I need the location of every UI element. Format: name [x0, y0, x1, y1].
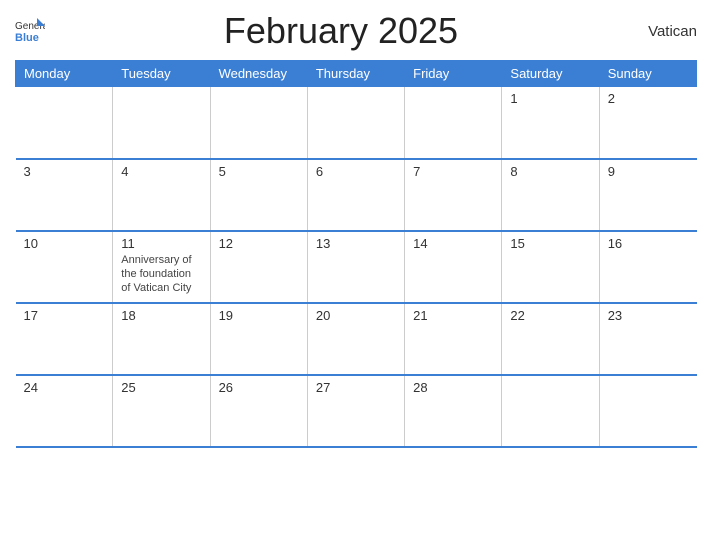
calendar-cell: 16	[599, 231, 696, 303]
calendar-cell: 8	[502, 159, 599, 231]
header-wednesday: Wednesday	[210, 61, 307, 87]
calendar-cell: 11 Anniversary of the foundation of Vatic…	[113, 231, 210, 303]
calendar-cell	[16, 87, 113, 159]
header-sunday: Sunday	[599, 61, 696, 87]
calendar-cell: 10	[16, 231, 113, 303]
calendar-cell: 5	[210, 159, 307, 231]
calendar-cell: 3	[16, 159, 113, 231]
logo-icon: General Blue	[15, 16, 45, 46]
calendar-cell: 17	[16, 303, 113, 375]
day-number: 14	[413, 236, 493, 251]
calendar-event: Anniversary of the foundation of Vatican…	[121, 253, 201, 296]
calendar-cell: 9	[599, 159, 696, 231]
day-number: 22	[510, 308, 590, 323]
calendar-cell: 15	[502, 231, 599, 303]
day-number: 26	[219, 380, 299, 395]
calendar-cell: 7	[405, 159, 502, 231]
day-number: 20	[316, 308, 396, 323]
day-number: 1	[510, 91, 590, 106]
day-number: 15	[510, 236, 590, 251]
day-number: 12	[219, 236, 299, 251]
day-number: 7	[413, 164, 493, 179]
day-number: 17	[24, 308, 105, 323]
calendar-cell: 4	[113, 159, 210, 231]
header-monday: Monday	[16, 61, 113, 87]
calendar-cell: 28	[405, 375, 502, 447]
calendar-cell: 6	[307, 159, 404, 231]
day-number: 4	[121, 164, 201, 179]
calendar-week-row: 24 25 26 27 28	[16, 375, 697, 447]
day-number: 24	[24, 380, 105, 395]
calendar-week-row: 10 11 Anniversary of the foundation of Vat…	[16, 231, 697, 303]
weekday-header-row: Monday Tuesday Wednesday Thursday Friday…	[16, 61, 697, 87]
day-number: 25	[121, 380, 201, 395]
calendar-cell: 12	[210, 231, 307, 303]
day-number: 2	[608, 91, 689, 106]
calendar-cell: 18	[113, 303, 210, 375]
day-number: 28	[413, 380, 493, 395]
day-number: 6	[316, 164, 396, 179]
calendar-title: February 2025	[45, 10, 637, 52]
calendar-cell: 23	[599, 303, 696, 375]
calendar-cell	[599, 375, 696, 447]
calendar-week-row: 12	[16, 87, 697, 159]
day-number: 3	[24, 164, 105, 179]
calendar-table: Monday Tuesday Wednesday Thursday Friday…	[15, 60, 697, 448]
day-number: 27	[316, 380, 396, 395]
calendar-cell: 1	[502, 87, 599, 159]
calendar-cell: 27	[307, 375, 404, 447]
calendar-week-row: 17 18 19 20 21 22 23	[16, 303, 697, 375]
day-number: 11	[121, 236, 201, 251]
calendar-cell: 14	[405, 231, 502, 303]
calendar-week-row: 3 4 5 6 7 8 9	[16, 159, 697, 231]
logo: General Blue	[15, 16, 45, 46]
calendar-cell: 21	[405, 303, 502, 375]
svg-text:Blue: Blue	[15, 32, 39, 44]
header: General Blue February 2025 Vatican	[15, 10, 697, 52]
calendar-cell: 13	[307, 231, 404, 303]
calendar-cell: 22	[502, 303, 599, 375]
day-number: 5	[219, 164, 299, 179]
calendar-cell: 20	[307, 303, 404, 375]
calendar-cell: 2	[599, 87, 696, 159]
calendar-cell	[210, 87, 307, 159]
header-thursday: Thursday	[307, 61, 404, 87]
calendar-cell	[113, 87, 210, 159]
calendar-cell: 24	[16, 375, 113, 447]
day-number: 8	[510, 164, 590, 179]
calendar-cell	[405, 87, 502, 159]
calendar-cell: 26	[210, 375, 307, 447]
page: General Blue February 2025 Vatican Monda…	[0, 0, 712, 550]
header-tuesday: Tuesday	[113, 61, 210, 87]
header-saturday: Saturday	[502, 61, 599, 87]
day-number: 23	[608, 308, 689, 323]
day-number: 18	[121, 308, 201, 323]
calendar-cell	[502, 375, 599, 447]
day-number: 19	[219, 308, 299, 323]
day-number: 16	[608, 236, 689, 251]
day-number: 9	[608, 164, 689, 179]
calendar-cell: 25	[113, 375, 210, 447]
country-label: Vatican	[637, 23, 697, 40]
header-friday: Friday	[405, 61, 502, 87]
day-number: 21	[413, 308, 493, 323]
day-number: 13	[316, 236, 396, 251]
day-number: 10	[24, 236, 105, 251]
calendar-cell	[307, 87, 404, 159]
calendar-cell: 19	[210, 303, 307, 375]
